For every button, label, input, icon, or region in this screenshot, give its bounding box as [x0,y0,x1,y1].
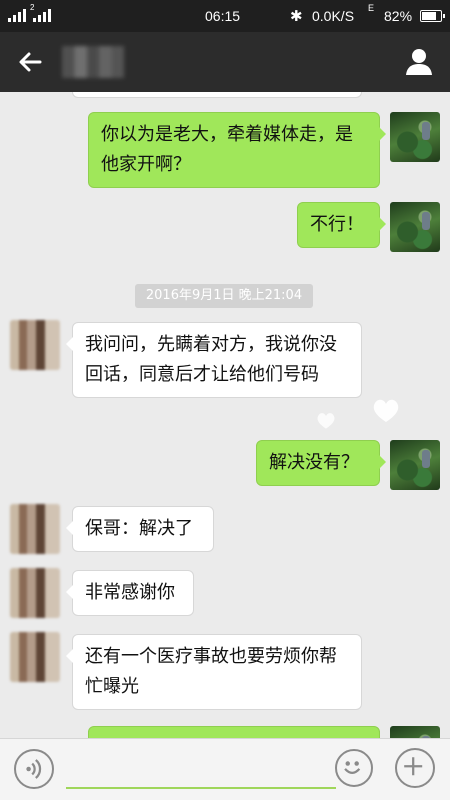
message-bubble-outgoing[interactable]: 不行！ [297,202,386,248]
message-bubble-partial[interactable] [72,92,362,98]
contact-avatar[interactable] [10,632,60,682]
plus-icon[interactable] [395,748,435,788]
message-bubble-outgoing[interactable]: 你以为是老大，牵着媒体走，是他家开啊？ [88,112,386,188]
chat-header [0,32,450,92]
person-icon[interactable] [404,46,434,76]
input-bar [0,738,450,800]
heart-icon [373,399,399,422]
heart-icon [317,413,335,429]
emoji-icon[interactable] [335,749,373,787]
message-bubble-incoming[interactable]: 保哥：解决了 [66,506,214,552]
arrow-left-icon[interactable] [14,46,46,78]
contact-name-redacted [62,46,124,78]
status-bar: 2 06:15 ✱ 0.0K/S E 82% [0,0,450,32]
network-type: E [368,3,375,13]
contact-avatar[interactable] [10,320,60,370]
my-avatar[interactable] [390,440,440,490]
my-avatar[interactable] [390,202,440,252]
message-bubble-incoming[interactable]: 还有一个医疗事故也要劳烦你帮忙曝光 [66,634,362,710]
my-avatar[interactable] [390,726,440,738]
bluetooth-icon: ✱ [290,8,303,25]
signal-2-icon [33,9,51,22]
network-speed: 0.0K/S [312,8,355,24]
timestamp-chip: 2016年9月1日 晚上21:04 [135,284,313,308]
signal-icon [8,9,26,22]
battery-icon [420,10,445,22]
message-bubble-outgoing[interactable]: 解决没有？ [256,440,386,486]
message-bubble-partial[interactable] [88,726,380,738]
contact-avatar[interactable] [10,504,60,554]
battery-percent: 82% [384,8,413,24]
clock: 06:15 [205,8,241,24]
message-list[interactable]: 你以为是老大，牵着媒体走，是他家开啊？ 不行！ 2016年9月1日 晚上21:0… [0,92,450,738]
my-avatar[interactable] [390,112,440,162]
message-input[interactable] [66,787,336,789]
message-bubble-incoming[interactable]: 我问问，先瞒着对方，我说你没回话，同意后才让给他们号码 [66,322,362,398]
message-bubble-incoming[interactable]: 非常感谢你 [66,570,194,616]
contact-avatar[interactable] [10,568,60,618]
voice-icon[interactable] [14,749,54,789]
